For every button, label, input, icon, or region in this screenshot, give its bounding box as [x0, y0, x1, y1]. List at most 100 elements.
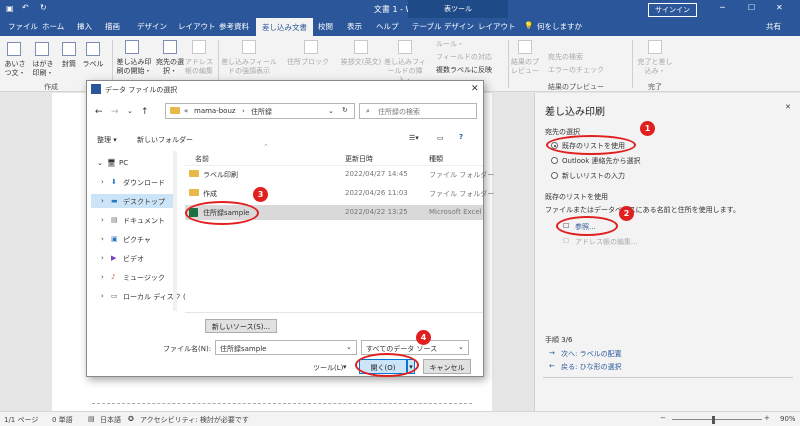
greeting-line-button[interactable]: 挨拶文(英文)	[338, 58, 384, 67]
filename-dropdown-icon[interactable]: ⌄	[346, 343, 352, 351]
nav-documents[interactable]: ドキュメント	[123, 216, 165, 226]
nav-scrollbar[interactable]	[173, 151, 177, 311]
organize-menu[interactable]: 整理 ▾	[97, 135, 117, 145]
nav-videos[interactable]: ビデオ	[123, 254, 144, 264]
tab-layout[interactable]: レイアウト	[178, 21, 216, 32]
check-errors-button[interactable]: エラーのチェック	[548, 66, 604, 75]
envelope-icon	[62, 42, 76, 56]
forward-icon[interactable]: →	[111, 107, 119, 117]
chevron-right-icon[interactable]: ›	[101, 235, 104, 243]
tab-view[interactable]: 表示	[347, 21, 362, 32]
file-row[interactable]: ラベル印刷 2022/04/27 14:45 ファイル フォルダー	[185, 167, 494, 181]
column-type[interactable]: 種類	[429, 154, 443, 164]
address-block-button[interactable]: 住所ブロック	[280, 58, 336, 67]
finish-merge-button[interactable]: 完了と差し込み・	[636, 58, 674, 76]
proofing-icon[interactable]: ▤	[88, 415, 95, 423]
disk-icon: ▭	[111, 292, 118, 300]
tab-draw[interactable]: 描画	[105, 21, 120, 32]
nav-downloads[interactable]: ダウンロード	[123, 178, 165, 188]
tab-home[interactable]: ホーム	[42, 21, 64, 32]
tab-help[interactable]: ヘルプ	[376, 21, 399, 32]
tab-references[interactable]: 参考資料	[219, 21, 249, 32]
zoom-level[interactable]: 90%	[780, 415, 796, 423]
nav-music[interactable]: ミュージック	[123, 273, 165, 283]
greeting-button[interactable]: あいさつ文・	[2, 60, 28, 78]
start-merge-button[interactable]: 差し込み印刷の開始・	[114, 58, 154, 76]
tab-table-design[interactable]: テーブル デザイン	[412, 21, 474, 32]
maximize-icon[interactable]: ☐	[748, 3, 755, 12]
back-icon[interactable]: ←	[95, 107, 103, 117]
file-row[interactable]: 作成 2022/04/26 11:03 ファイル フォルダー	[185, 186, 494, 200]
highlight-fields-button[interactable]: 差し込みフィールドの強調表示	[220, 58, 278, 76]
new-source-button[interactable]: 新しいソース(S)...	[205, 319, 277, 333]
chevron-right-icon[interactable]: ›	[101, 254, 104, 262]
nav-pictures[interactable]: ピクチャ	[123, 235, 151, 245]
signin-button[interactable]: サインイン	[648, 3, 697, 17]
tools-dropdown-icon[interactable]: ▾	[343, 363, 347, 371]
tools-menu[interactable]: ツール(L)	[313, 363, 343, 373]
chevron-right-icon[interactable]: ›	[101, 292, 104, 300]
option-new-list[interactable]: 新しいリストの入力	[562, 171, 625, 181]
breadcrumb-mama-bouz[interactable]: mama-bouz	[194, 107, 236, 115]
cancel-button[interactable]: キャンセル	[423, 359, 471, 374]
next-step-link[interactable]: 次へ: ラベルの配置	[561, 349, 622, 359]
previous-step-link[interactable]: 戻る: ひな形の選択	[561, 362, 622, 372]
tell-me-search[interactable]: 何をしますか	[537, 21, 582, 32]
zoom-in-icon[interactable]: +	[764, 414, 770, 422]
up-folder-icon[interactable]: ↑	[141, 107, 149, 117]
filetype-dropdown-icon[interactable]: ⌄	[458, 343, 464, 351]
chevron-down-icon[interactable]: ⌄	[97, 159, 103, 167]
zoom-slider-thumb[interactable]	[712, 416, 715, 424]
accessibility-status[interactable]: アクセシビリティ: 検討が必要です	[140, 415, 249, 425]
edit-list-link[interactable]: アドレス帳の編集...	[575, 237, 638, 247]
chevron-right-icon[interactable]: ›	[101, 178, 104, 186]
labels-button[interactable]: ラベル	[80, 60, 106, 69]
tab-file[interactable]: ファイル	[8, 21, 38, 32]
select-recipients-button[interactable]: 宛先の選択・	[155, 58, 185, 76]
zoom-slider[interactable]	[672, 419, 762, 420]
language[interactable]: 日本語	[100, 415, 121, 425]
match-fields-button[interactable]: フィールドの対応	[436, 53, 492, 62]
refresh-icon[interactable]: ↻	[342, 106, 348, 114]
rules-button[interactable]: ルール・	[436, 40, 464, 49]
word-count[interactable]: 0 単語	[52, 415, 73, 425]
nav-desktop[interactable]: デスクトップ	[123, 197, 165, 207]
help-icon[interactable]: ?	[459, 133, 463, 141]
breadcrumb-address-book[interactable]: 住所録	[251, 107, 272, 117]
page-count[interactable]: 1/1 ページ	[4, 415, 38, 425]
chevron-right-icon[interactable]: ›	[101, 273, 104, 281]
close-icon[interactable]: ✕	[776, 3, 783, 12]
find-recipient-button[interactable]: 宛先の検索	[548, 53, 583, 62]
search-box[interactable]: ⌕ 住所録の検索	[359, 103, 477, 119]
address-bar[interactable]: « mama-bouz › 住所録 ⌄ ↻	[165, 103, 355, 119]
pane-close-icon[interactable]: ✕	[785, 103, 791, 111]
chevron-right-icon[interactable]: ›	[101, 197, 104, 205]
preview-results-button[interactable]: 結果のプレビュー	[510, 58, 540, 76]
edit-list-button[interactable]: アドレス帳の編集	[184, 58, 214, 76]
tab-insert[interactable]: 挿入	[77, 21, 92, 32]
radio-new-list[interactable]	[551, 172, 558, 179]
minimize-icon[interactable]: ─	[720, 3, 725, 12]
share-button[interactable]: 共有	[766, 21, 781, 32]
tab-review[interactable]: 校閲	[318, 21, 333, 32]
dialog-close-icon[interactable]: ✕	[471, 84, 479, 94]
preview-pane-icon[interactable]: ▭	[437, 134, 444, 142]
address-dropdown-icon[interactable]: ⌄	[328, 107, 334, 115]
tab-table-layout[interactable]: レイアウト	[478, 21, 516, 32]
tab-mailings[interactable]: 差し込み文書	[256, 18, 313, 36]
zoom-out-icon[interactable]: −	[660, 414, 666, 422]
recent-dropdown-icon[interactable]: ⌄	[127, 107, 133, 115]
update-labels-button[interactable]: 複数ラベルに反映	[436, 66, 492, 75]
nav-pc[interactable]: PC	[119, 159, 128, 167]
postcard-button[interactable]: はがき印刷・	[30, 60, 56, 78]
column-name[interactable]: 名前	[195, 154, 209, 164]
radio-outlook[interactable]	[551, 157, 558, 164]
filename-input[interactable]: 住所録sample ⌄	[215, 340, 357, 355]
chevron-right-icon[interactable]: ›	[101, 216, 104, 224]
option-outlook[interactable]: Outlook 連絡先から選択	[562, 156, 640, 166]
tab-design[interactable]: デザイン	[137, 21, 167, 32]
envelope-button[interactable]: 封筒	[58, 60, 80, 69]
column-modified[interactable]: 更新日時	[345, 154, 373, 164]
view-icon[interactable]: ☰▾	[409, 134, 419, 142]
new-folder-button[interactable]: 新しいフォルダー	[137, 135, 193, 145]
